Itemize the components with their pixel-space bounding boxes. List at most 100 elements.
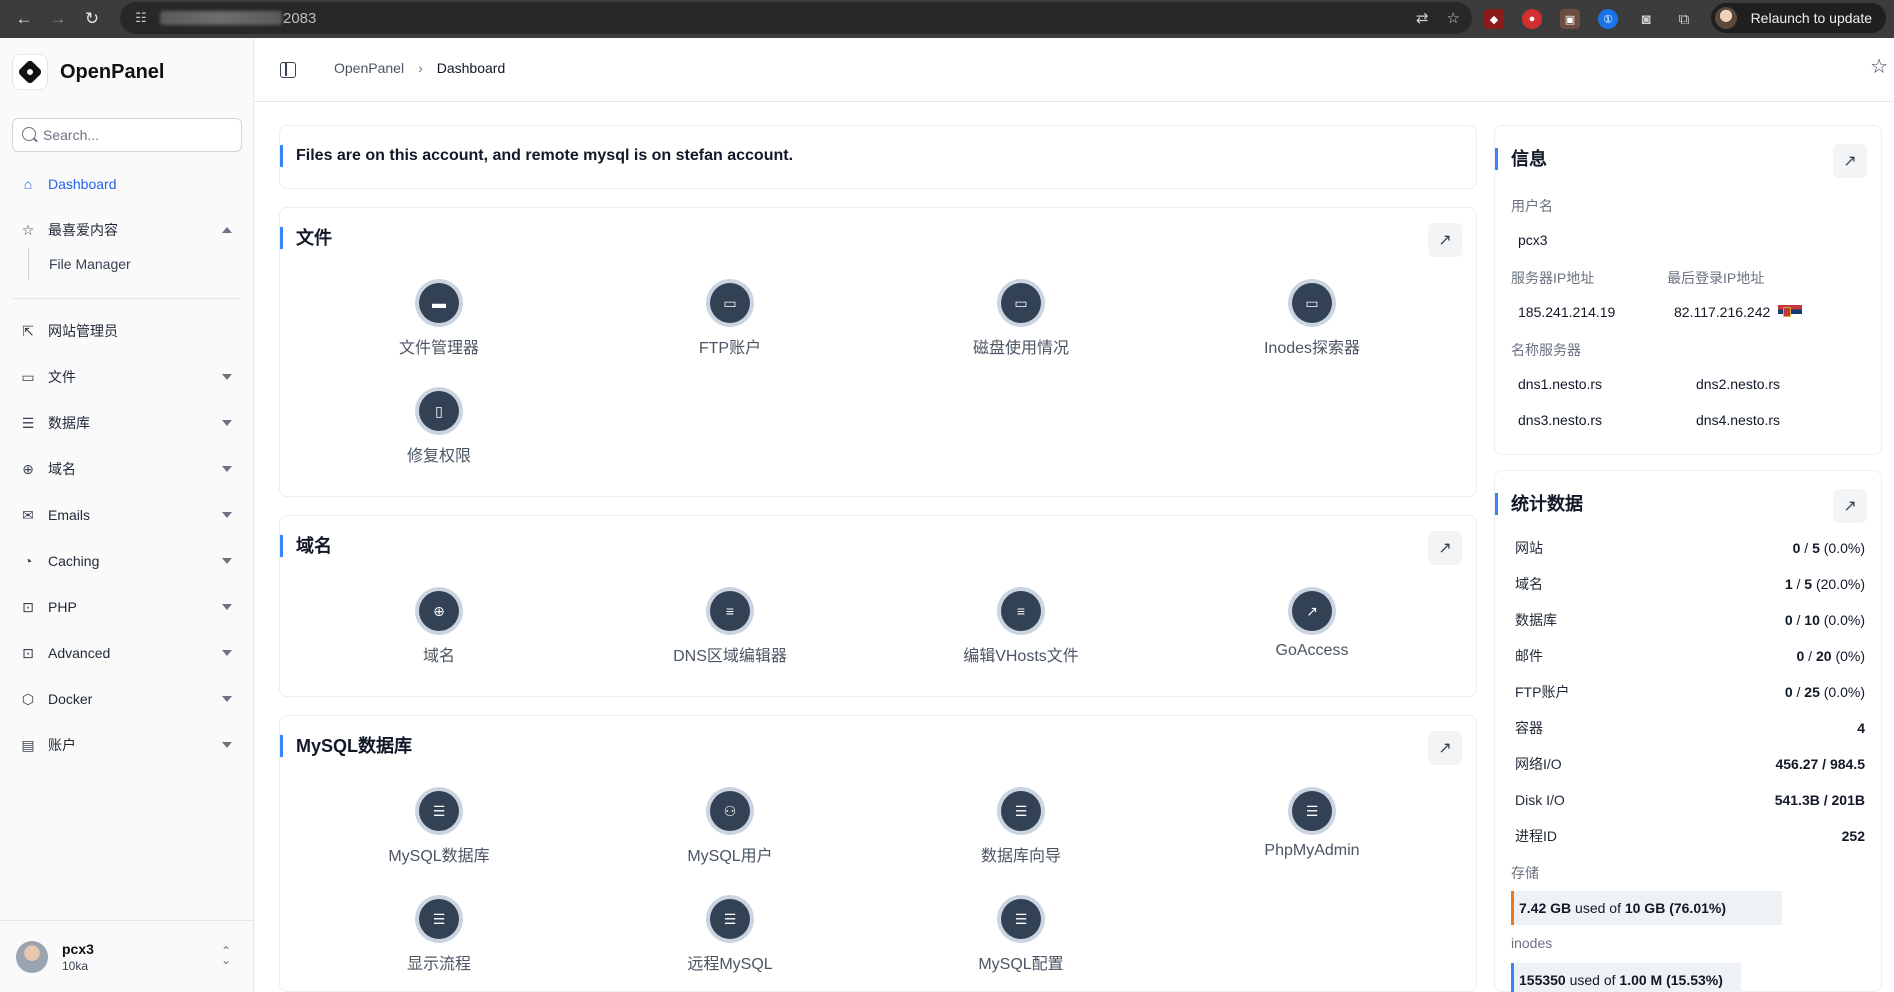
card-title: 域名 — [280, 535, 332, 557]
favorite-star-icon[interactable]: ☆ — [1870, 54, 1888, 79]
user-menu[interactable]: pcx3 10ka ⌃ ⌄ — [0, 920, 253, 992]
sidebar-item-advanced[interactable]: ⊡ Advanced — [12, 635, 242, 671]
tile-show-processes[interactable]: ☰ 显示流程 — [314, 899, 564, 974]
breadcrumb-current: Dashboard — [436, 60, 506, 76]
arrow-up-right-icon[interactable]: ↗ — [1428, 731, 1462, 765]
notice-text: Files are on this account, and remote my… — [280, 145, 793, 167]
forward-icon[interactable]: → — [44, 5, 72, 33]
arrow-up-right-icon[interactable]: ↗ — [1428, 223, 1462, 257]
server-ip-value: 185.241.214.19 — [1518, 304, 1616, 320]
tile-disk-usage[interactable]: ▭ 磁盘使用情况 — [896, 283, 1146, 358]
storage-label: 存储 — [1511, 865, 1539, 881]
sidebar-item-databases[interactable]: ☰ 数据库 — [12, 405, 242, 441]
sidebar-item-dashboard[interactable]: ⌂ Dashboard — [12, 166, 242, 202]
back-icon[interactable]: ← — [10, 5, 38, 33]
tile-fix-permissions[interactable]: ▯ 修复权限 — [314, 391, 564, 466]
sidebar-subitem-file-manager[interactable]: File Manager — [28, 248, 242, 280]
extensions-bar: ◆ ● ▣ ① ◙ ⧉ — [1484, 0, 1694, 38]
extension-1-icon[interactable]: ◆ — [1484, 9, 1504, 29]
tile-database-wizard[interactable]: ☰ 数据库向导 — [896, 791, 1146, 866]
sidebar-item-label: 账户 — [48, 737, 76, 753]
tile-ftp-accounts[interactable]: ▭ FTP账户 — [605, 283, 855, 358]
tile-mysql-databases[interactable]: ☰ MySQL数据库 — [314, 791, 564, 866]
chevron-down-icon — [222, 558, 232, 564]
arrow-up-right-icon[interactable]: ↗ — [1833, 144, 1867, 178]
sidebar-menu: ⌂ Dashboard ☆ 最喜爱内容 File Manager ⇱ 网站管理员… — [12, 166, 242, 763]
brand-name: OpenPanel — [60, 60, 165, 83]
database-remote-icon: ☰ — [710, 899, 750, 939]
sidebar-item-label: 数据库 — [48, 415, 90, 431]
server-icon: ☰ — [21, 414, 35, 431]
extension-2-icon[interactable]: ● — [1522, 9, 1542, 29]
serbia-flag-icon — [1778, 305, 1803, 319]
card-title: 统计数据 — [1495, 493, 1583, 515]
breadcrumb-root[interactable]: OpenPanel — [334, 60, 404, 76]
address-bar[interactable]: ☷ 2083 ⇄ ☆ — [120, 2, 1472, 34]
sidebar-item-label: Caching — [48, 553, 100, 569]
sidebar-item-label: 网站管理员 — [48, 323, 118, 339]
site-settings-icon[interactable]: ☷ — [126, 10, 156, 26]
search-input[interactable] — [43, 127, 233, 143]
sidebar-item-account[interactable]: ▤ 账户 — [12, 727, 242, 763]
avatar — [16, 940, 48, 973]
extension-3-icon[interactable]: ▣ — [1560, 9, 1580, 29]
box-icon: ⬡ — [21, 690, 35, 707]
sidebar-item-favorites[interactable]: ☆ 最喜爱内容 — [12, 212, 242, 248]
brand[interactable]: OpenPanel — [12, 54, 164, 90]
arrow-up-right-icon[interactable]: ↗ — [1428, 531, 1462, 565]
relaunch-button[interactable]: Relaunch to update — [1710, 3, 1886, 33]
sidebar-item-webmaster[interactable]: ⇱ 网站管理员 — [12, 313, 242, 349]
translate-icon[interactable]: ⇄ — [1416, 9, 1429, 27]
tile-remote-mysql[interactable]: ☰ 远程MySQL — [605, 899, 855, 974]
tile-inodes-explorer[interactable]: ▭ Inodes探索器 — [1187, 283, 1437, 358]
sidebar-item-domains[interactable]: ⊕ 域名 — [12, 451, 242, 487]
password-manager-icon[interactable]: ① — [1598, 9, 1618, 29]
relaunch-label: Relaunch to update — [1750, 10, 1872, 26]
reload-icon[interactable]: ↻ — [78, 5, 106, 33]
nameserver-3: dns3.nesto.rs — [1518, 412, 1603, 428]
database-link-icon: ☰ — [1292, 791, 1332, 831]
puzzle-icon[interactable]: ⧉ — [1674, 9, 1694, 29]
sidebar-item-label: 域名 — [48, 461, 76, 477]
bookmark-star-icon[interactable]: ☆ — [1447, 9, 1460, 27]
search-icon — [22, 127, 36, 141]
tile-file-manager[interactable]: ▬ 文件管理器 — [314, 283, 564, 358]
stat-row: 网络I/O 456.27 / 984.5 — [1515, 756, 1865, 772]
sidebar-item-emails[interactable]: ✉ Emails — [12, 497, 242, 533]
folder-search-icon: ▭ — [1292, 283, 1332, 323]
url-host-redacted — [160, 11, 282, 25]
folder-chart-icon: ▭ — [1001, 283, 1041, 323]
chevron-down-icon — [222, 742, 232, 748]
sidebar-toggle-icon[interactable] — [280, 62, 296, 78]
external-link-icon: ⇱ — [22, 322, 34, 339]
chevron-down-icon — [222, 466, 232, 472]
file-text-icon: ≡ — [1001, 591, 1041, 631]
tile-edit-vhosts[interactable]: ≡ 编辑VHosts文件 — [896, 591, 1146, 666]
folder-icon: ▭ — [21, 368, 35, 385]
tile-mysql-users[interactable]: ⚇ MySQL用户 — [605, 791, 855, 866]
sidebar-item-caching[interactable]: ◔ Caching — [12, 543, 242, 579]
tile-mysql-config[interactable]: ☰ MySQL配置 — [896, 899, 1146, 974]
home-icon: ⌂ — [23, 176, 33, 192]
globe-icon: ⊕ — [419, 591, 459, 631]
tile-domains[interactable]: ⊕ 域名 — [314, 591, 564, 666]
tile-phpmyadmin[interactable]: ☰ PhpMyAdmin — [1187, 791, 1437, 860]
profile-avatar[interactable] — [1714, 7, 1737, 29]
tile-label: PhpMyAdmin — [1264, 842, 1360, 859]
sidebar-item-files[interactable]: ▭ 文件 — [12, 359, 242, 395]
tile-goaccess[interactable]: ↗ GoAccess — [1187, 591, 1437, 660]
search-box[interactable] — [12, 118, 242, 152]
folder-open-icon: ▭ — [710, 283, 750, 323]
tile-dns-zone-editor[interactable]: ≡ DNS区域编辑器 — [605, 591, 855, 666]
gauge-icon: ◔ — [23, 553, 33, 569]
camera-icon[interactable]: ◙ — [1636, 9, 1656, 29]
storage-usage-bar: 7.42 GB used of 10 GB (76.01%) — [1511, 891, 1782, 925]
chevron-right-icon: › — [418, 60, 423, 76]
arrow-up-right-icon[interactable]: ↗ — [1833, 489, 1867, 523]
sidebar-item-php[interactable]: ⊡ PHP — [12, 589, 242, 625]
chevron-down-icon — [222, 512, 232, 518]
sidebar-item-label: Emails — [48, 507, 91, 523]
mail-icon: ✉ — [22, 506, 34, 523]
sidebar-item-docker[interactable]: ⬡ Docker — [12, 681, 242, 717]
username-label: 用户名 — [1511, 198, 1553, 214]
